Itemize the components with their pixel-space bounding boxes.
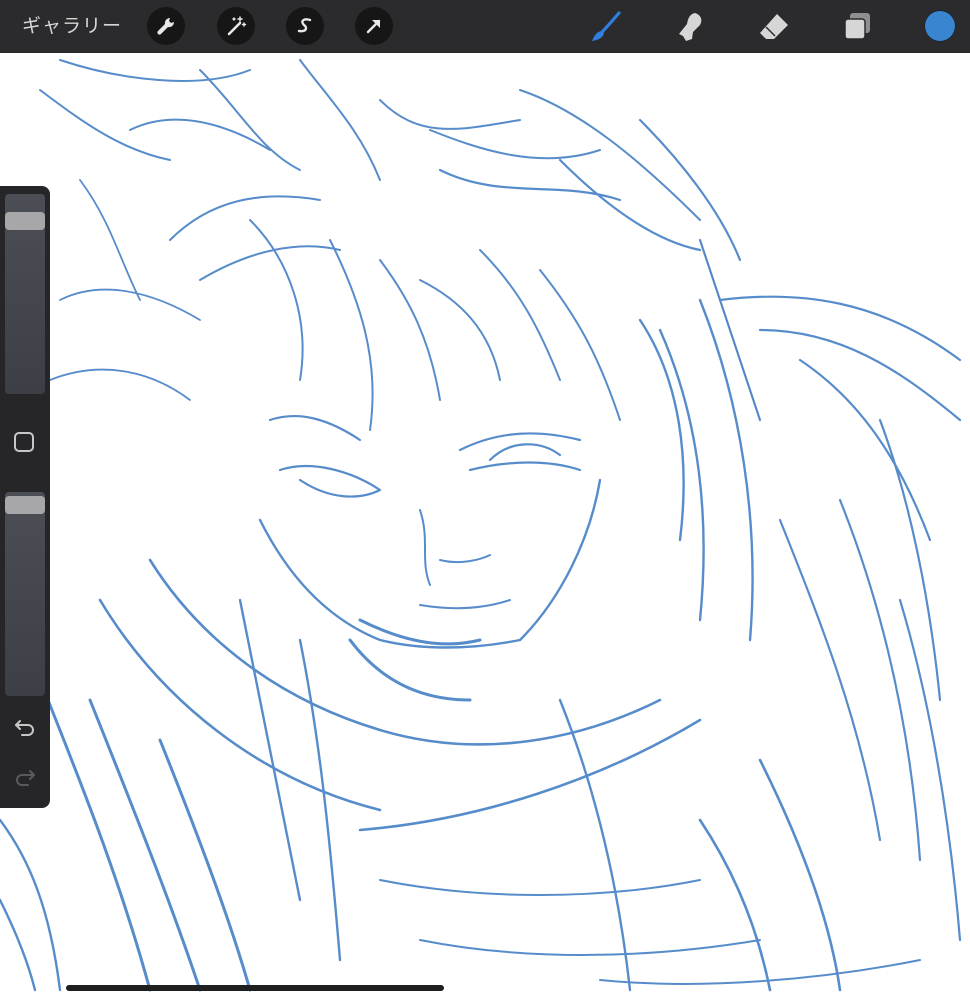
actions-button[interactable] xyxy=(147,7,185,45)
modify-button[interactable] xyxy=(14,432,34,452)
wrench-icon xyxy=(157,17,175,35)
drawing-canvas[interactable] xyxy=(0,53,970,1000)
layers-button[interactable] xyxy=(840,9,876,45)
sketch-artwork xyxy=(0,59,962,992)
magic-wand-icon xyxy=(227,16,247,36)
redo-icon xyxy=(16,770,35,786)
adjustments-button[interactable] xyxy=(217,7,255,45)
sidebar xyxy=(0,186,50,808)
color-swatch[interactable] xyxy=(924,10,956,42)
gallery-button[interactable]: ギャラリー xyxy=(22,12,122,40)
selection-button[interactable] xyxy=(286,7,324,45)
brush-size-thumb[interactable] xyxy=(5,212,45,230)
opacity-thumb[interactable] xyxy=(5,496,45,514)
undo-icon xyxy=(15,720,34,736)
brush-icon xyxy=(592,11,621,41)
arrow-icon xyxy=(366,19,381,34)
top-toolbar: ギャラリー xyxy=(0,0,970,53)
opacity-slider[interactable] xyxy=(5,492,45,696)
selection-s-icon xyxy=(297,18,312,33)
smudge-icon xyxy=(679,13,702,41)
smudge-button[interactable] xyxy=(672,9,708,45)
paint-button[interactable] xyxy=(588,9,624,45)
layers-icon xyxy=(844,13,870,40)
eraser-icon xyxy=(760,14,788,39)
home-indicator[interactable] xyxy=(66,985,444,991)
erase-button[interactable] xyxy=(756,9,792,45)
brush-size-slider[interactable] xyxy=(5,194,45,394)
undo-button[interactable] xyxy=(12,714,38,740)
redo-button[interactable] xyxy=(12,764,38,790)
transform-button[interactable] xyxy=(355,7,393,45)
